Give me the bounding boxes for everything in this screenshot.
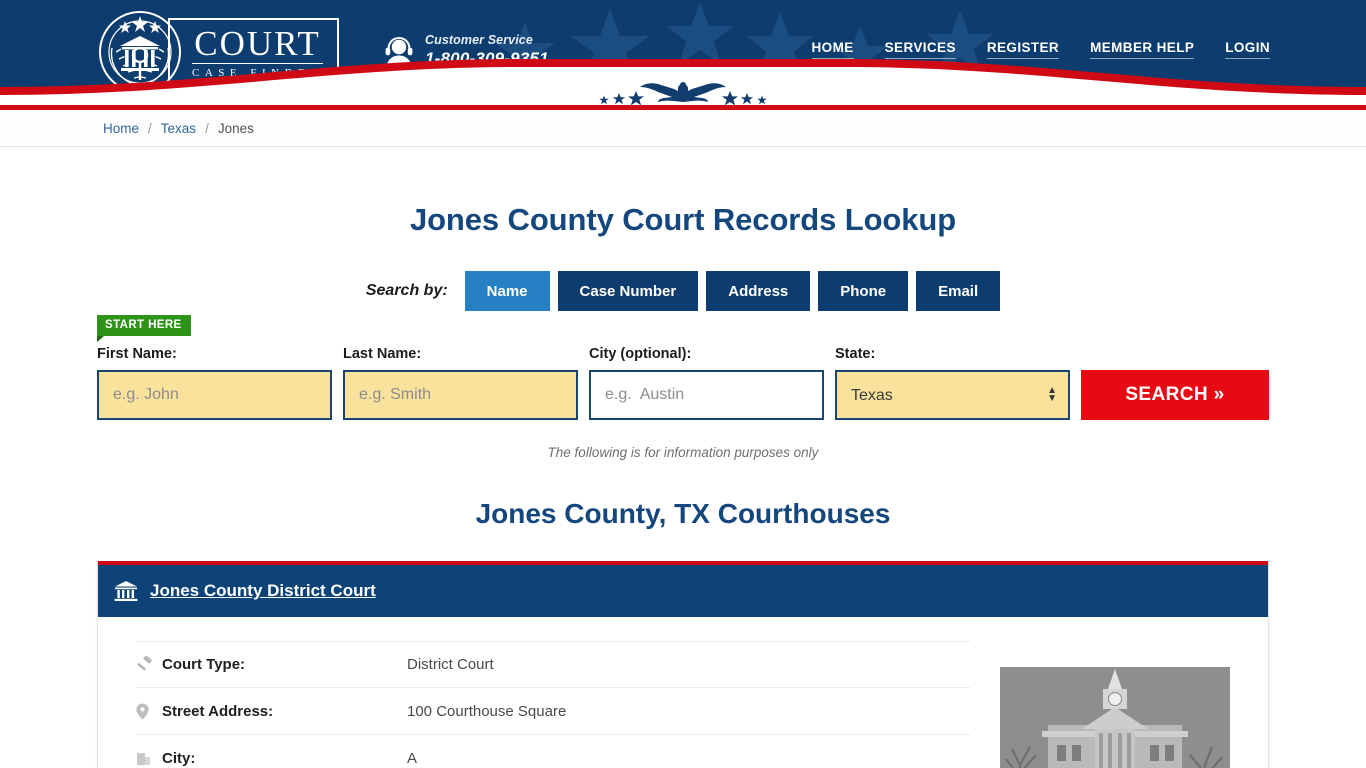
eagle-and-stars-icon xyxy=(599,82,767,105)
detail-label: Court Type: xyxy=(162,656,246,673)
court-name-link[interactable]: Jones County District Court xyxy=(150,581,376,601)
tab-email[interactable]: Email xyxy=(916,271,1001,311)
breadcrumb: Home / Texas / Jones xyxy=(103,121,254,136)
table-row: Court Type: District Court xyxy=(136,641,970,688)
state-field-group: State: Texas ▲ ▼ xyxy=(835,346,1070,420)
detail-value: 100 Courthouse Square xyxy=(407,702,567,720)
last-name-input[interactable] xyxy=(343,370,578,420)
table-row: Street Address: 100 Courthouse Square xyxy=(136,688,970,735)
courthouse-photo xyxy=(1000,667,1230,768)
state-label: State: xyxy=(835,346,876,362)
building-icon xyxy=(136,751,162,766)
detail-label: City: xyxy=(162,749,196,767)
breadcrumb-separator: / xyxy=(205,120,209,136)
page-title: Jones County Court Records Lookup xyxy=(409,202,957,237)
map-pin-icon xyxy=(136,703,162,720)
state-select[interactable]: Texas xyxy=(835,370,1070,420)
breadcrumb-bar: Home / Texas / Jones xyxy=(0,110,1366,147)
breadcrumb-separator: / xyxy=(148,120,152,136)
first-name-input[interactable] xyxy=(97,370,332,420)
court-card: Jones County District Court Court Type: xyxy=(97,561,1269,768)
city-label: City (optional): xyxy=(589,346,692,362)
search-button[interactable]: SEARCH » xyxy=(1081,370,1269,420)
table-row: City: A xyxy=(136,735,970,768)
breadcrumb-item-home[interactable]: Home xyxy=(103,121,139,136)
site-header: COURT CASE FINDER Customer Service 1-800… xyxy=(0,0,1366,105)
tab-name[interactable]: Name xyxy=(464,271,550,311)
first-name-label: First Name: xyxy=(97,346,177,362)
detail-label: Street Address: xyxy=(162,702,274,720)
search-by-label: Search by: xyxy=(365,282,448,299)
tab-phone[interactable]: Phone xyxy=(818,271,909,311)
court-card-body: Court Type: District Court Street Addres… xyxy=(98,617,1268,768)
search-form: START HERE First Name: Last Name: City (… xyxy=(97,311,1269,420)
city-input[interactable] xyxy=(589,370,824,420)
city-field-group: City (optional): xyxy=(589,346,824,420)
court-card-header: Jones County District Court xyxy=(98,565,1268,617)
breadcrumb-item-texas[interactable]: Texas xyxy=(161,121,196,136)
detail-value: District Court xyxy=(407,656,494,673)
court-detail-list: Court Type: District Court Street Addres… xyxy=(136,635,970,768)
tab-case-number[interactable]: Case Number xyxy=(557,271,699,311)
detail-value: A xyxy=(407,749,418,767)
section-title: Jones County, TX Courthouses xyxy=(475,498,891,529)
gavel-icon xyxy=(136,656,162,673)
courthouse-photo-column xyxy=(970,635,1230,768)
search-by-tabs: Search by: Name Case Number Address Phon… xyxy=(0,271,1366,311)
last-name-label: Last Name: xyxy=(343,346,422,362)
customer-service-label: Customer Service xyxy=(425,33,533,47)
start-here-badge: START HERE xyxy=(97,315,191,342)
tab-address[interactable]: Address xyxy=(706,271,811,311)
main-content: Jones County Court Records Lookup Search… xyxy=(0,147,1366,768)
first-name-field-group: First Name: xyxy=(97,346,332,420)
breadcrumb-item-jones: Jones xyxy=(217,120,254,136)
disclaimer-text: The following is for information purpose… xyxy=(547,445,819,460)
bank-courthouse-icon xyxy=(114,581,138,601)
last-name-field-group: Last Name: xyxy=(343,346,578,420)
